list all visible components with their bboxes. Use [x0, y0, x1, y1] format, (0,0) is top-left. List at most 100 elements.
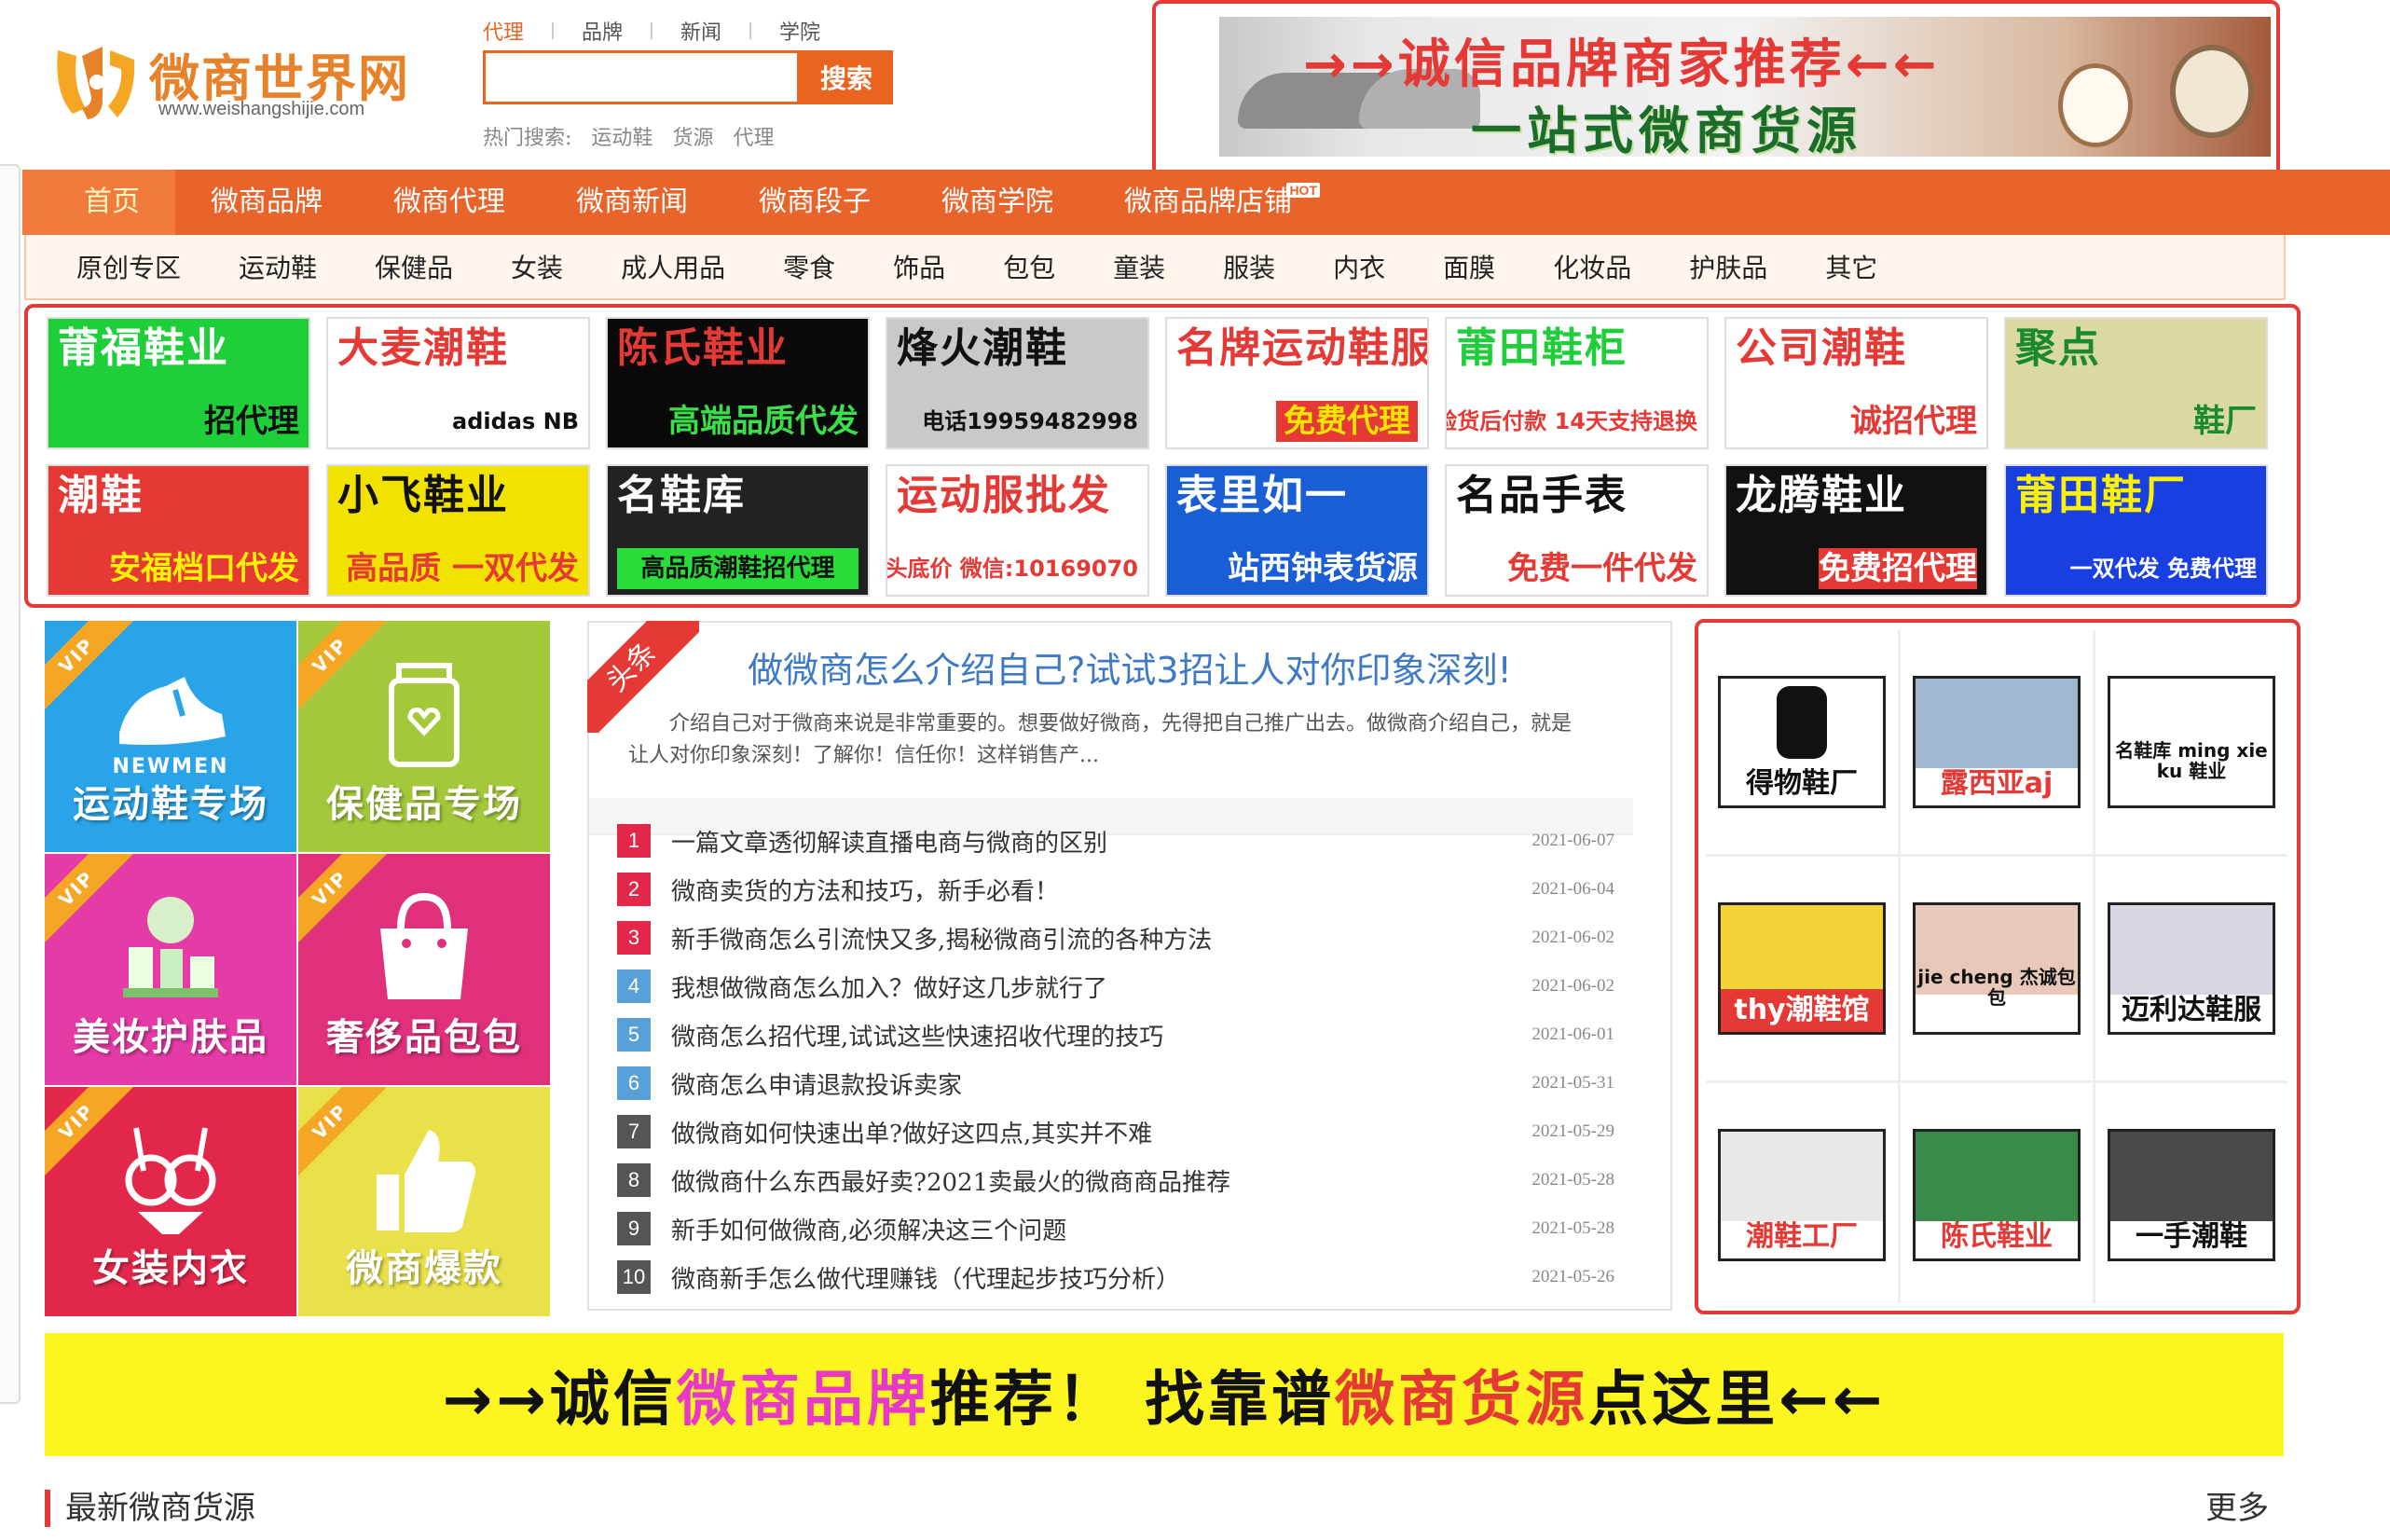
- ad-banner[interactable]: 名鞋库 高品质潮鞋招代理: [606, 464, 870, 597]
- news-item[interactable]: 9 新手如何做微商,必须解决这三个问题 2021-05-28: [617, 1204, 1614, 1253]
- news-item[interactable]: 1 一篇文章透彻解读直播电商与微商的区别 2021-06-07: [617, 817, 1614, 865]
- news-rank: 10: [617, 1260, 651, 1294]
- top-banner-ad[interactable]: →→诚信品牌商家推荐←← 一站式微商货源: [1219, 17, 2271, 157]
- news-title[interactable]: 微商卖货的方法和技巧，新手必看！: [671, 873, 1532, 907]
- subnav-item[interactable]: 面膜: [1443, 248, 1495, 285]
- shop-cell[interactable]: 迈利达鞋服: [2095, 857, 2287, 1080]
- news-item[interactable]: 10 微商新手怎么做代理赚钱（代理起步技巧分析） 2021-05-26: [617, 1253, 1614, 1301]
- category-tile[interactable]: VIP 保健品专场: [298, 621, 550, 852]
- shop-image: [1721, 1132, 1883, 1221]
- ad-banner[interactable]: 名牌运动鞋服 免费代理: [1165, 317, 1429, 449]
- ad-banner[interactable]: 聚点 鞋厂: [2004, 317, 2268, 449]
- ad-title: 聚点: [2015, 324, 2101, 372]
- shop-name: 一手潮鞋: [2136, 1220, 2247, 1253]
- ad-banner[interactable]: 龙腾鞋业 免费招代理: [1724, 464, 1988, 597]
- ad-banner[interactable]: 公司潮鞋 诚招代理: [1724, 317, 1988, 449]
- ad-banner[interactable]: 运动服批发 源头底价 微信:10169070: [886, 464, 1149, 597]
- bottom-banner-text: 点这里←←: [1588, 1366, 1887, 1435]
- ad-banner[interactable]: 烽火潮鞋 电话19959482998: [886, 317, 1149, 449]
- subnav-item[interactable]: 服装: [1223, 248, 1275, 285]
- subnav-item[interactable]: 内衣: [1333, 248, 1385, 285]
- hot-search-term[interactable]: 货源: [672, 127, 713, 150]
- ad-title: 名鞋库: [617, 472, 746, 519]
- news-title[interactable]: 做微商什么东西最好卖?2021卖最火的微商商品推荐: [671, 1163, 1532, 1198]
- subnav-item[interactable]: 童装: [1113, 248, 1165, 285]
- shop-cell[interactable]: 一手潮鞋: [2095, 1083, 2287, 1307]
- more-link[interactable]: 更多: [2205, 1490, 2269, 1527]
- ad-subtitle: 一双代发 免费代理: [2069, 556, 2257, 582]
- shop-cell[interactable]: jie cheng 杰诚包包: [1901, 857, 2093, 1080]
- headline-title[interactable]: 做微商怎么介绍自己?试试3招让人对你印象深刻!: [589, 641, 1670, 693]
- shop-cell[interactable]: 潮鞋工厂: [1706, 1083, 1898, 1307]
- ad-banner[interactable]: 陈氏鞋业 高端品质代发: [606, 317, 870, 449]
- news-title[interactable]: 新手微商怎么引流快又多,揭秘微商引流的各种方法: [671, 921, 1532, 956]
- search-button[interactable]: 搜索: [800, 50, 893, 104]
- ad-banner[interactable]: 大麦潮鞋 adidas NB: [326, 317, 590, 449]
- news-title[interactable]: 微商怎么申请退款投诉卖家: [671, 1066, 1532, 1101]
- shop-cell[interactable]: thy潮鞋馆: [1706, 857, 1898, 1080]
- category-tile[interactable]: VIP 微商爆款: [298, 1087, 550, 1316]
- nav-item-academy[interactable]: 微商学院: [906, 170, 1089, 235]
- news-title[interactable]: 微商怎么招代理,试试这些快速招收代理的技巧: [671, 1018, 1532, 1052]
- ad-banner[interactable]: 潮鞋 安福档口代发: [47, 464, 310, 597]
- subnav-item[interactable]: 原创专区: [76, 248, 181, 285]
- ad-banner[interactable]: 表里如一 站西钟表货源: [1165, 464, 1429, 597]
- shop-cell[interactable]: 露西亚aj: [1901, 630, 2093, 854]
- news-title[interactable]: 新手如何做微商,必须解决这三个问题: [671, 1212, 1532, 1246]
- hot-search-term[interactable]: 运动鞋: [591, 127, 652, 150]
- news-title[interactable]: 我想做微商怎么加入？做好这几步就行了: [671, 969, 1532, 1004]
- ad-banner[interactable]: 莆田鞋柜先验货后付款 14天支持退换: [1445, 317, 1709, 449]
- news-item[interactable]: 3 新手微商怎么引流快又多,揭秘微商引流的各种方法 2021-06-02: [617, 914, 1614, 962]
- search-tab-news[interactable]: 新闻: [652, 16, 749, 46]
- news-item[interactable]: 8 做微商什么东西最好卖?2021卖最火的微商商品推荐 2021-05-28: [617, 1156, 1614, 1204]
- category-tile[interactable]: VIP NEWMEN 运动鞋专场: [45, 621, 296, 852]
- news-item[interactable]: 2 微商卖货的方法和技巧，新手必看！ 2021-06-04: [617, 865, 1614, 914]
- ad-banner[interactable]: 莆福鞋业 招代理: [47, 317, 310, 449]
- subnav-item[interactable]: 护肤品: [1689, 248, 1767, 285]
- ad-banner[interactable]: 名品手表 免费一件代发: [1445, 464, 1709, 597]
- category-tile[interactable]: VIP 女装内衣: [45, 1087, 296, 1316]
- subnav-item[interactable]: 保健品: [375, 248, 453, 285]
- shop-cell[interactable]: 名鞋库 ming xie ku 鞋业: [2095, 630, 2287, 854]
- subnav-item[interactable]: 包包: [1003, 248, 1055, 285]
- category-tile-label: 女装内衣: [92, 1247, 249, 1290]
- subnav-item[interactable]: 零食: [783, 248, 835, 285]
- search-tab-agent[interactable]: 代理: [483, 16, 552, 46]
- nav-item-home[interactable]: 首页: [22, 170, 175, 235]
- subnav-item[interactable]: 成人用品: [621, 248, 725, 285]
- subnav-item[interactable]: 其它: [1825, 248, 1877, 285]
- news-title[interactable]: 一篇文章透彻解读直播电商与微商的区别: [671, 824, 1532, 859]
- nav-item-news[interactable]: 微商新闻: [541, 170, 723, 235]
- subnav-item[interactable]: 化妆品: [1553, 248, 1631, 285]
- subnav-item[interactable]: 饰品: [893, 248, 945, 285]
- nav-item-brands[interactable]: 微商品牌: [175, 170, 358, 235]
- subnav-item[interactable]: 女装: [511, 248, 563, 285]
- nav-item-jokes[interactable]: 微商段子: [723, 170, 906, 235]
- news-item[interactable]: 4 我想做微商怎么加入？做好这几步就行了 2021-06-02: [617, 962, 1614, 1011]
- category-tile-label: 美妆护肤品: [73, 1016, 268, 1059]
- site-logo[interactable]: 微商世界网 www.weishangshijie.com: [45, 28, 418, 132]
- shop-cell[interactable]: 得物鞋厂: [1706, 630, 1898, 854]
- subnav-item[interactable]: 运动鞋: [239, 248, 317, 285]
- nav-item-brand-stores[interactable]: 微商品牌店铺 HOT: [1089, 170, 1327, 235]
- news-date: 2021-05-31: [1532, 1073, 1614, 1093]
- nav-item-agents[interactable]: 微商代理: [358, 170, 541, 235]
- news-item[interactable]: 5 微商怎么招代理,试试这些快速招收代理的技巧 2021-06-01: [617, 1011, 1614, 1059]
- ad-banner[interactable]: 小飞鞋业 高品质 一双代发: [326, 464, 590, 597]
- category-tile[interactable]: VIP 美妆护肤品: [45, 854, 296, 1085]
- bottom-banner-ad[interactable]: →→诚信 微商品牌 推荐！ 找靠谱 微商货源 点这里←←: [45, 1333, 2284, 1456]
- category-tile-label: 保健品专场: [326, 783, 522, 826]
- search-tab-academy[interactable]: 学院: [751, 16, 848, 46]
- search-input[interactable]: [483, 50, 800, 104]
- shop-cell[interactable]: 陈氏鞋业: [1901, 1083, 2093, 1307]
- news-rank: 9: [617, 1212, 651, 1245]
- ad-banner[interactable]: 莆田鞋厂 一双代发 免费代理: [2004, 464, 2268, 597]
- news-title[interactable]: 微商新手怎么做代理赚钱（代理起步技巧分析）: [671, 1260, 1532, 1295]
- hot-search-term[interactable]: 代理: [733, 127, 774, 150]
- search-tab-brand[interactable]: 品牌: [554, 16, 651, 46]
- news-item[interactable]: 6 微商怎么申请退款投诉卖家 2021-05-31: [617, 1059, 1614, 1107]
- nav-item-label: 微商品牌店铺: [1124, 186, 1292, 218]
- news-item[interactable]: 7 做微商如何快速出单?做好这四点,其实并不难 2021-05-29: [617, 1107, 1614, 1156]
- news-title[interactable]: 做微商如何快速出单?做好这四点,其实并不难: [671, 1115, 1532, 1149]
- category-tile[interactable]: VIP 奢侈品包包: [298, 854, 550, 1085]
